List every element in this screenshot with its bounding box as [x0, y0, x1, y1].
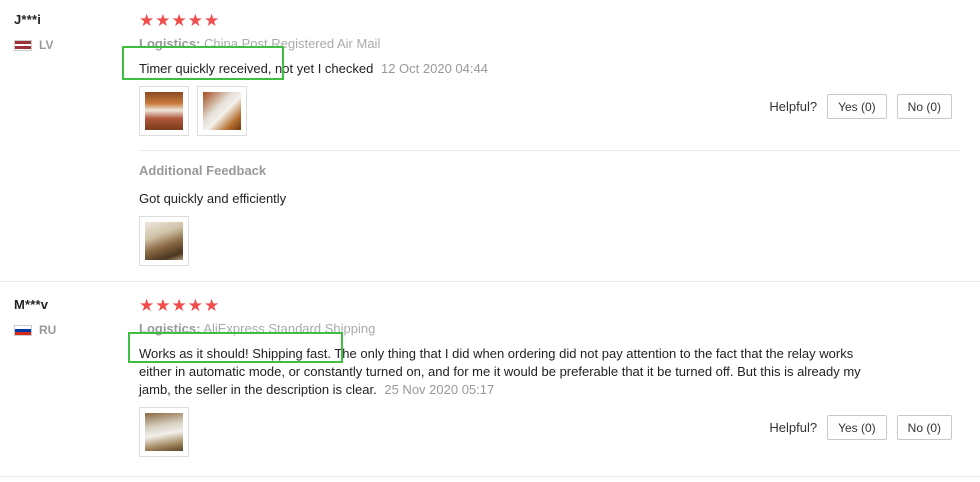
- review-photo-thumbnail[interactable]: [139, 86, 189, 136]
- photo-image: [203, 92, 241, 130]
- review-date: 12 Oct 2020 04:44: [380, 61, 488, 76]
- username: J***i: [14, 12, 42, 27]
- helpful-vote: Helpful? Yes (0) No (0): [769, 415, 952, 440]
- country-code: LV: [39, 38, 54, 52]
- russia-flag-icon: [14, 324, 32, 336]
- additional-feedback-title: Additional Feedback: [139, 163, 267, 178]
- review-photos: [139, 407, 189, 457]
- country-code: RU: [39, 323, 57, 337]
- divider: [139, 150, 959, 151]
- photo-image: [145, 413, 183, 451]
- review-photo-thumbnail[interactable]: [197, 86, 247, 136]
- country: LV: [14, 38, 53, 52]
- additional-feedback-text: Got quickly and efficiently: [139, 191, 287, 206]
- highlight-box: [128, 332, 343, 363]
- helpful-vote: Helpful? Yes (0) No (0): [769, 94, 952, 119]
- photo-image: [145, 222, 183, 260]
- highlight-box: [122, 46, 284, 80]
- review-divider: [0, 281, 980, 282]
- yes-button[interactable]: Yes (0): [827, 415, 887, 440]
- photo-image: [145, 92, 183, 130]
- review-photo-thumbnail[interactable]: [139, 216, 189, 266]
- yes-button[interactable]: Yes (0): [827, 94, 887, 119]
- star-rating: ★★★★★: [139, 296, 221, 315]
- review-photos: [139, 86, 247, 136]
- review-photo-thumbnail[interactable]: [139, 407, 189, 457]
- star-rating: ★★★★★: [139, 11, 221, 30]
- review-date: 25 Nov 2020 05:17: [384, 382, 495, 397]
- review-divider: [0, 476, 980, 477]
- latvia-flag-icon: [14, 39, 32, 51]
- additional-photos: [139, 216, 189, 266]
- country: RU: [14, 323, 56, 337]
- helpful-label: Helpful?: [769, 99, 818, 114]
- no-button[interactable]: No (0): [896, 415, 952, 440]
- helpful-label: Helpful?: [769, 420, 818, 435]
- username: M***v: [14, 297, 49, 312]
- no-button[interactable]: No (0): [896, 94, 952, 119]
